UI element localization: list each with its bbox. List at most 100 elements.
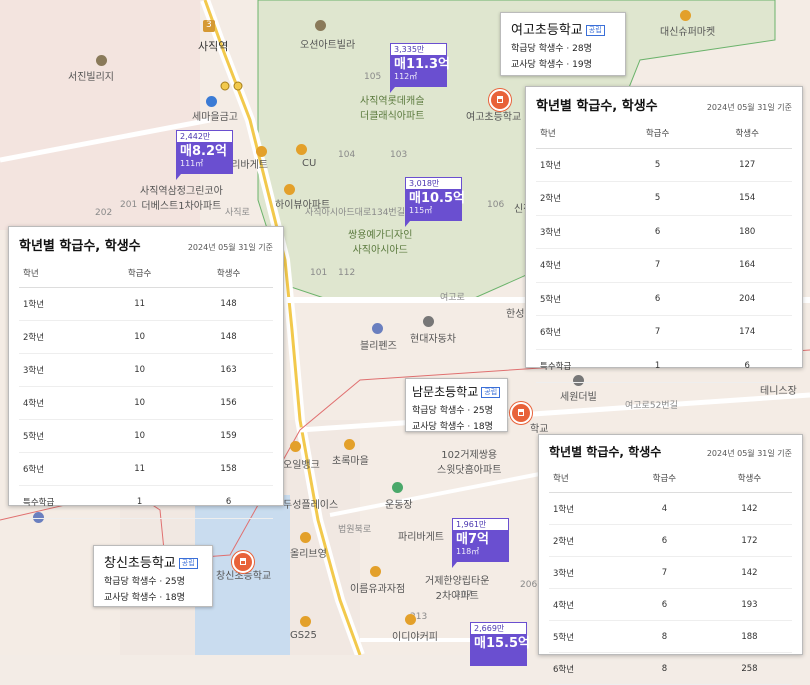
ihnyu-poi-icon[interactable] [370, 566, 381, 577]
table-cell: 193 [706, 588, 792, 621]
table-cell: 5 [612, 148, 703, 182]
school-name: 창신초등학교 [104, 556, 176, 571]
public-badge: 공립 [481, 387, 501, 398]
yeogo-school-icon[interactable] [489, 89, 511, 111]
price-marker[interactable]: 3,335만 매11.3억 112㎡ [390, 43, 450, 93]
cu-poi-icon[interactable] [296, 144, 307, 155]
building-number: 101 [310, 268, 328, 278]
map-label-choroc[interactable]: 초록마을 [332, 452, 369, 467]
table-cell: 5 [612, 181, 703, 216]
map-label-saemaeul-bank[interactable]: 세마을금고 [192, 108, 238, 123]
map-label-yeogo52: 여고로52번길 [625, 401, 678, 411]
map-label-ssangyong[interactable]: 쌍용예가디자인 사직아시아드 [348, 226, 412, 256]
table-cell: 127 [702, 148, 792, 182]
undong-poi-icon[interactable] [392, 482, 403, 493]
changsin-school-icon[interactable] [232, 551, 254, 573]
bullicens-poi-icon[interactable] [372, 323, 383, 334]
table-row: 4학년 10 156 [19, 386, 273, 420]
price-marker[interactable]: 3,018만 매10.5억 115㎡ [405, 177, 465, 227]
price-marker[interactable]: 2,442만 매8.2억 111㎡ [176, 130, 233, 180]
map-label-cu[interactable]: CU [302, 158, 316, 169]
table-cell: 142 [706, 556, 792, 589]
table-cell: 5학년 [19, 419, 96, 453]
namun-school-icon[interactable] [510, 402, 532, 424]
table-cell: 4학년 [549, 588, 622, 621]
table-cell: 10 [95, 419, 185, 453]
apt-poi-icon[interactable] [284, 184, 295, 195]
map-label-ihnyu[interactable]: 이름유과자점 [350, 580, 405, 595]
table-cell: 6 [184, 485, 273, 519]
map-label-sajik-green[interactable]: 사직역삼정그린코아 더베스트1차아파트 [140, 182, 223, 212]
grade-table: 학년 학급수 학생수 1학년 4 142 2학년 6 172 3학년 7 142 4학년 6 193 5학년 8… [549, 464, 792, 685]
table-row: 2학년 5 154 [536, 181, 792, 216]
map-label-sewon[interactable]: 세원더빌 [560, 388, 597, 403]
students-per-class: 학급당 학생수 · 25명 [104, 577, 185, 587]
sale-price: 매10.5억 [409, 191, 465, 206]
map-label-namun-edge[interactable]: 학교 [530, 420, 548, 435]
map-label-yeogo-school[interactable]: 여고초등학교 [466, 108, 521, 123]
table-cell: 6 [702, 349, 792, 383]
building-number: 201 [120, 200, 138, 210]
changsin-school-callout[interactable]: 창신초등학교 공립 학급당 학생수 · 25명 교사당 학생수 · 18명 [93, 545, 213, 607]
bakery-poi-icon[interactable] [256, 146, 267, 157]
namun-school-callout[interactable]: 남문초등학교 공립 학급당 학생수 · 25명 교사당 학생수 · 18명 [405, 378, 508, 432]
students-per-teacher: 교사당 학생수 · 19명 [511, 60, 592, 70]
daesin-poi-icon[interactable] [680, 10, 691, 21]
car-poi-icon[interactable] [423, 316, 434, 327]
table-cell: 148 [184, 287, 273, 321]
table-title: 학년별 학급수, 학생수 [536, 99, 658, 114]
map-label-bullicens[interactable]: 블리펜즈 [360, 337, 397, 352]
table-row: 1학년 4 142 [549, 492, 792, 525]
gs25-poi-icon[interactable] [300, 616, 311, 627]
table-cell: 8 [621, 620, 707, 653]
marker-tip [405, 221, 415, 227]
table-row: 특수학급 1 6 [536, 349, 792, 383]
map-label-oliveyoung[interactable]: 올리브영 [290, 545, 327, 560]
map-label-undong[interactable]: 운동장 [385, 496, 413, 511]
oliveyoung-poi-icon[interactable] [300, 532, 311, 543]
table-cell: 6학년 [19, 452, 96, 486]
map-label-seojin-village[interactable]: 서진빌리지 [68, 68, 114, 83]
map-label-oilbank[interactable]: 오일뱅크 [283, 456, 320, 471]
table-cell: 159 [184, 419, 273, 453]
table-header-cell: 학년 [536, 118, 613, 149]
price-marker[interactable]: 2,669만 매15.5억 [470, 622, 530, 666]
table-cell: 163 [184, 353, 273, 387]
choroc-poi-icon[interactable] [344, 439, 355, 450]
table-row: 4학년 7 164 [536, 248, 792, 283]
table-cell: 11 [95, 452, 185, 486]
map-label-gs25[interactable]: GS25 [290, 630, 317, 641]
building-number: 103 [390, 150, 408, 160]
sale-price: 매15.5억 [474, 636, 530, 651]
map-label-sajik-lotte[interactable]: 사직역롯데캐슬 더클래식아파트 [360, 92, 424, 122]
map-label-hyundai[interactable]: 현대자동차 [410, 330, 456, 345]
map-label-idia[interactable]: 이디야커피 [392, 628, 438, 643]
table-row: 3학년 6 180 [536, 215, 792, 249]
table-cell: 174 [702, 315, 792, 350]
oilbank-poi-icon[interactable] [290, 441, 301, 452]
table-row: 1학년 11 148 [19, 287, 273, 321]
table-cell: 10 [95, 353, 185, 387]
map-label-ssangyong-apt[interactable]: 102거제쌍용 스윗닷홈아파트 [437, 446, 501, 476]
table-cell: 158 [184, 452, 273, 486]
public-badge: 공립 [178, 558, 198, 569]
table-cell: 1학년 [549, 492, 622, 525]
table-cell: 172 [706, 524, 792, 557]
table-cell: 2학년 [536, 181, 613, 216]
village-poi-icon[interactable] [96, 55, 107, 66]
price-marker[interactable]: 1,961만 매7억 118㎡ [452, 518, 509, 568]
left-grade-table-panel: 학년별 학급수, 학생수 2024년 05월 31일 기준 학년 학급수 학생수 1학… [8, 226, 284, 519]
villa-poi-icon[interactable] [315, 20, 326, 31]
idia-poi-icon[interactable] [405, 614, 416, 625]
area-size: 111㎡ [180, 159, 204, 168]
map-label-ocean-villa[interactable]: 오션아트빌라 [300, 36, 355, 51]
map-label-sajik-road: 사직로 [225, 208, 250, 218]
bank-poi-icon[interactable] [206, 96, 217, 107]
table-cell: 258 [706, 652, 792, 685]
map-label-tennis[interactable]: 테니스장 [760, 382, 797, 397]
map-label-doosung[interactable]: 두성플레이스 [283, 496, 338, 511]
map-label-daesin[interactable]: 대신슈퍼마켓 [660, 23, 715, 38]
table-cell: 5학년 [536, 282, 613, 316]
map-label-paris2[interactable]: 파리바게트 [398, 528, 444, 543]
yeogo-school-callout[interactable]: 여고초등학교 공립 학급당 학생수 · 28명 교사당 학생수 · 19명 [500, 12, 626, 76]
